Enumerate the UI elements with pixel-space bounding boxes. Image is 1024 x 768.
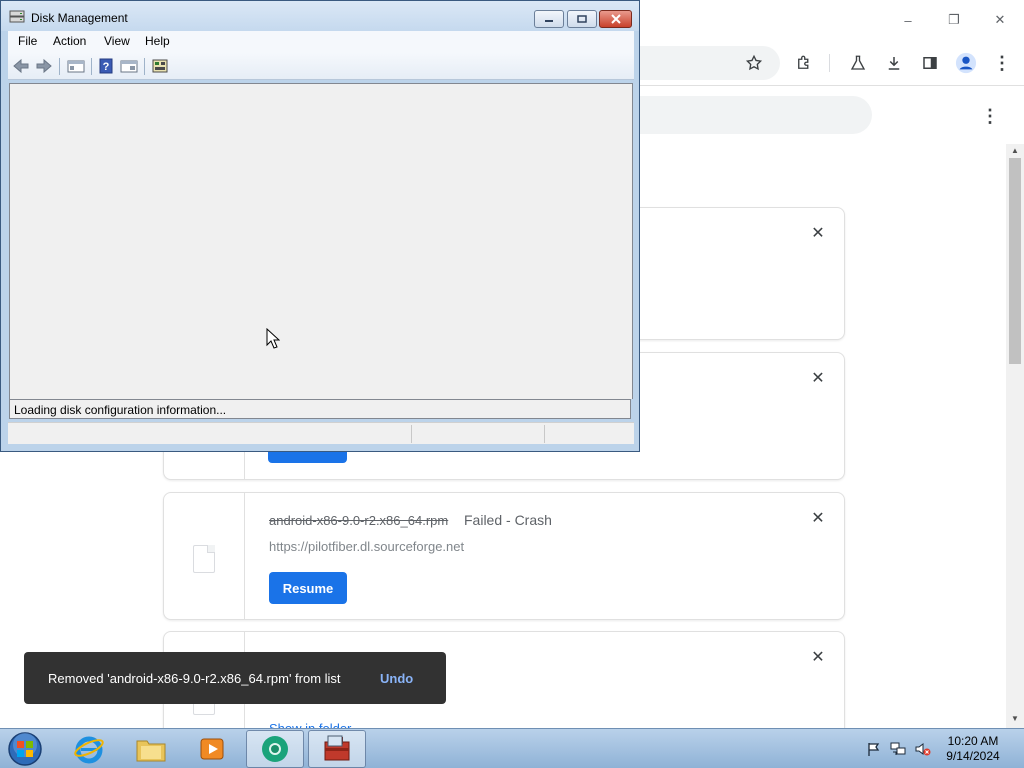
remove-download-close-icon[interactable]: ✕ bbox=[810, 226, 826, 242]
status-bar bbox=[8, 422, 634, 444]
download-item: android-x86-9.0-r2.x86_64.rpm Failed - C… bbox=[163, 492, 845, 620]
close-button[interactable] bbox=[599, 10, 632, 28]
chrome-minimize-button[interactable]: – bbox=[890, 6, 926, 34]
chrome-restore-button[interactable]: ❐ bbox=[936, 6, 972, 34]
disk-icon[interactable] bbox=[151, 58, 169, 74]
file-icon bbox=[193, 545, 215, 573]
restore-button[interactable] bbox=[567, 10, 597, 28]
taskbar-internet-explorer[interactable] bbox=[60, 730, 118, 768]
system-clock[interactable]: 10:20 AM 9/14/2024 bbox=[940, 734, 1006, 764]
scroll-up-arrow-icon[interactable]: ▲ bbox=[1010, 146, 1020, 156]
remove-download-close-icon[interactable]: ✕ bbox=[810, 511, 826, 527]
volume-muted-icon[interactable] bbox=[915, 741, 931, 757]
menu-action[interactable]: Action bbox=[53, 34, 86, 48]
disk-view-area[interactable] bbox=[9, 83, 633, 399]
page-scrollbar[interactable]: ▲ ▼ bbox=[1006, 144, 1024, 728]
download-source-url[interactable]: https://pilotfiber.dl.sourceforge.net bbox=[269, 539, 464, 554]
action-center-flag-icon[interactable] bbox=[866, 741, 882, 757]
chrome-close-button[interactable]: ✕ bbox=[982, 6, 1018, 34]
disk-management-window: Disk Management File Action View Help ? … bbox=[0, 0, 640, 452]
menu-file[interactable]: File bbox=[18, 34, 37, 48]
forward-icon[interactable] bbox=[35, 58, 53, 74]
toolbar: ? bbox=[8, 53, 634, 80]
menu-help[interactable]: Help bbox=[145, 34, 170, 48]
remove-download-close-icon[interactable]: ✕ bbox=[810, 650, 826, 666]
toolbar-separator bbox=[829, 54, 830, 72]
downloads-more-icon[interactable]: ⋮ bbox=[980, 104, 1000, 128]
download-file-name[interactable]: android-x86-9.0-r2.x86_64.rpm bbox=[269, 513, 448, 528]
help-icon[interactable]: ? bbox=[97, 58, 115, 74]
start-orb-icon[interactable] bbox=[6, 731, 44, 767]
taskbar-media-player[interactable] bbox=[184, 730, 242, 768]
minimize-icon bbox=[545, 20, 553, 22]
disk-management-app-icon bbox=[9, 10, 25, 23]
taskbar-computer-management[interactable] bbox=[308, 730, 366, 768]
disk-management-titlebar[interactable]: Disk Management bbox=[1, 1, 639, 31]
side-panel-icon[interactable] bbox=[917, 50, 943, 76]
resume-button[interactable]: Resume bbox=[269, 572, 347, 604]
scroll-thumb[interactable] bbox=[1009, 158, 1021, 364]
restore-icon bbox=[577, 15, 587, 23]
menu-view[interactable]: View bbox=[104, 34, 130, 48]
labs-icon[interactable] bbox=[845, 50, 871, 76]
remove-download-close-icon[interactable]: ✕ bbox=[810, 371, 826, 387]
mouse-cursor-icon bbox=[266, 328, 280, 349]
toolbar-separator bbox=[144, 58, 145, 75]
taskbar-chrome[interactable] bbox=[246, 730, 304, 768]
minimize-button[interactable] bbox=[534, 10, 564, 28]
computer-management-icon bbox=[324, 735, 350, 761]
window-title: Disk Management bbox=[31, 11, 128, 25]
media-player-icon bbox=[200, 738, 224, 760]
status-divider bbox=[544, 425, 545, 443]
back-icon[interactable] bbox=[12, 58, 30, 74]
download-icon-column bbox=[164, 493, 245, 619]
extensions-icon[interactable] bbox=[791, 50, 817, 76]
internet-explorer-icon bbox=[74, 736, 104, 764]
undo-button[interactable]: Undo bbox=[380, 671, 413, 686]
toast-message: Removed 'android-x86-9.0-r2.x86_64.rpm' … bbox=[48, 671, 341, 686]
loading-text: Loading disk configuration information..… bbox=[14, 403, 227, 417]
svg-text:?: ? bbox=[103, 61, 110, 73]
menu-icon[interactable]: ⋮ bbox=[989, 50, 1015, 76]
loading-status-panel: Loading disk configuration information..… bbox=[9, 399, 631, 419]
console-tree-icon[interactable] bbox=[67, 58, 85, 74]
downloads-search-bar[interactable] bbox=[600, 96, 872, 134]
menu-bar: File Action View Help bbox=[8, 31, 634, 53]
download-icon[interactable] bbox=[881, 50, 907, 76]
chrome-icon bbox=[262, 736, 288, 762]
taskbar-file-explorer[interactable] bbox=[122, 730, 180, 768]
folder-icon bbox=[136, 740, 166, 762]
network-icon[interactable] bbox=[890, 741, 906, 757]
toolbar-separator bbox=[91, 58, 92, 75]
scroll-down-arrow-icon[interactable]: ▼ bbox=[1010, 714, 1020, 724]
clock-date: 9/14/2024 bbox=[946, 749, 1000, 763]
status-divider bbox=[411, 425, 412, 443]
profile-icon[interactable] bbox=[953, 50, 979, 76]
taskbar: 10:20 AM 9/14/2024 bbox=[0, 728, 1024, 768]
removed-toast: Removed 'android-x86-9.0-r2.x86_64.rpm' … bbox=[24, 652, 446, 704]
star-icon[interactable] bbox=[741, 50, 767, 76]
close-icon bbox=[610, 14, 621, 24]
download-status: Failed - Crash bbox=[464, 512, 552, 528]
clock-time: 10:20 AM bbox=[947, 734, 999, 748]
properties-icon[interactable] bbox=[120, 58, 138, 74]
toolbar-separator bbox=[59, 58, 60, 75]
